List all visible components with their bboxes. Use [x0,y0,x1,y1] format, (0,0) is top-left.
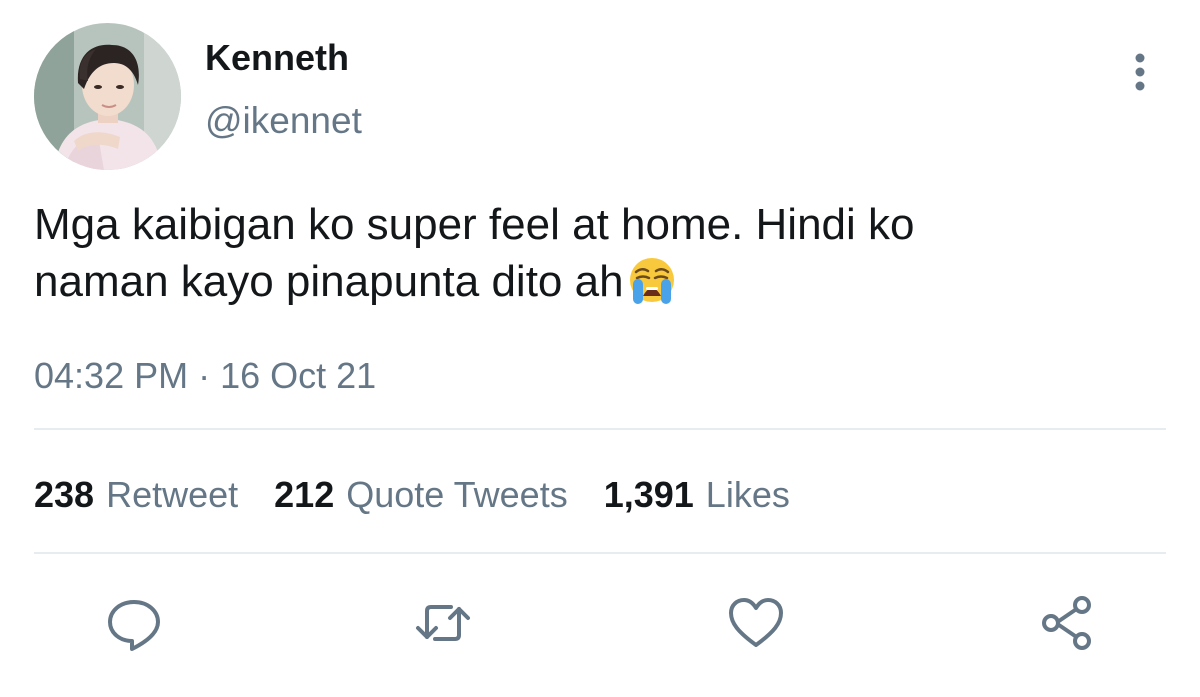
author-display-name[interactable]: Kenneth [205,37,349,79]
tweet-text: Mga kaibigan ko super feel at home. Hind… [34,196,1154,310]
retweets-label: Retweet [106,474,239,515]
tweet-text-segment: naman kayo pinapunta dito ah [34,257,624,306]
retweets-count: 238 [34,474,95,515]
share-button[interactable] [1037,593,1097,653]
divider [34,552,1166,554]
reply-icon [108,600,160,651]
tweet-stats: 238 Retweet 212 Quote Tweets 1,391 Likes [34,474,826,516]
quote-tweets-count: 212 [274,474,335,515]
like-button[interactable] [726,593,786,653]
avatar-photo-icon [34,23,181,170]
more-vertical-icon [1135,53,1145,91]
likes-stat[interactable]: 1,391 Likes [604,474,790,516]
heart-icon [729,598,783,647]
share-icon [1042,596,1091,650]
quote-tweets-label: Quote Tweets [346,474,568,515]
tweet-text-line: Mga kaibigan ko super feel at home. Hind… [34,200,915,249]
reply-button[interactable] [104,593,164,653]
retweet-icon [416,605,470,641]
tweet-card: Kenneth @ikennet Mga kaibigan ko super f… [0,0,1200,697]
divider [34,428,1166,430]
quote-tweets-stat[interactable]: 212 Quote Tweets [274,474,568,516]
tweet-text-line: naman kayo pinapunta dito ah [34,253,1154,310]
loudly-crying-face-icon [624,256,680,306]
retweets-stat[interactable]: 238 Retweet [34,474,238,516]
avatar[interactable] [34,23,181,170]
retweet-button[interactable] [413,593,473,653]
likes-label: Likes [705,474,790,515]
author-handle[interactable]: @ikennet [205,100,362,142]
more-options-button[interactable] [1120,50,1160,94]
likes-count: 1,391 [603,474,694,515]
tweet-timestamp[interactable]: 04:32 PM · 16 Oct 21 [34,355,376,397]
